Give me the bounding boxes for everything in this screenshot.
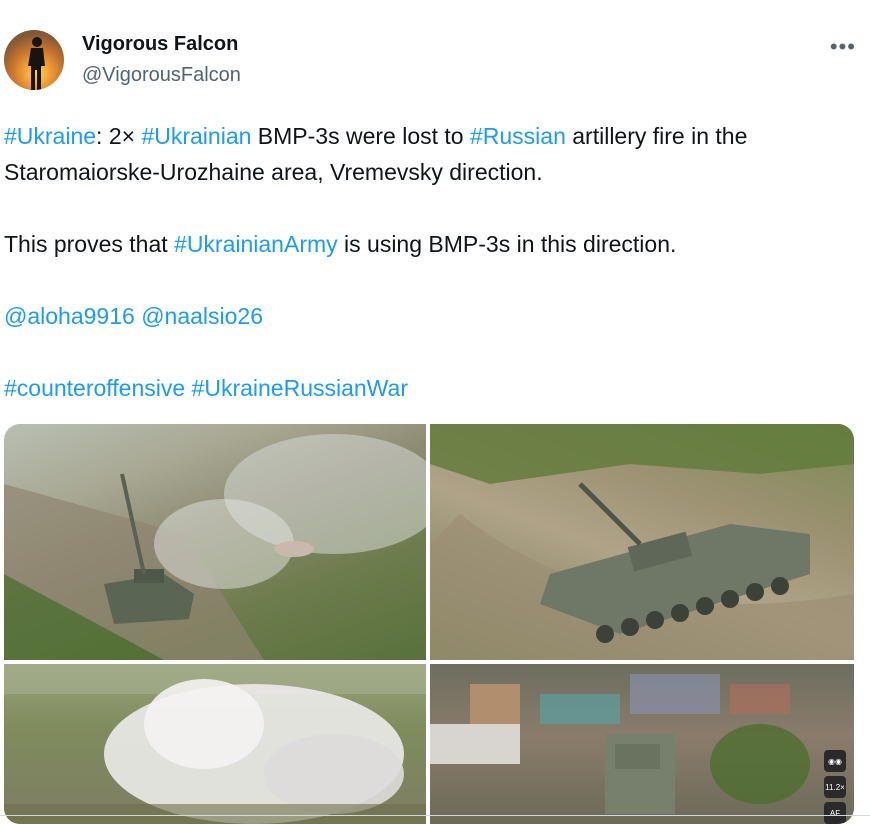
af-indicator: AF	[824, 802, 846, 824]
zoom-level: 11.2×	[824, 776, 846, 798]
media-photo-3[interactable]	[4, 664, 426, 824]
mention-aloha9916[interactable]: @aloha9916	[4, 303, 135, 329]
hashtag-russian[interactable]: #Russian	[470, 123, 566, 149]
text-segment: BMP-3s were lost to	[251, 123, 470, 149]
text-segment: : 2×	[96, 123, 142, 149]
tweet-paragraph-2: This proves that #UkrainianArmy is using…	[4, 226, 854, 262]
media-photo-2[interactable]	[430, 424, 854, 660]
media-photo-1[interactable]	[4, 424, 426, 660]
silhouette-icon	[28, 37, 45, 90]
hashtag-counteroffensive[interactable]: #counteroffensive	[4, 375, 185, 401]
avatar[interactable]	[4, 30, 64, 90]
hashtag-ukrainianarmy[interactable]: #UkrainianArmy	[174, 231, 338, 257]
text-segment: This proves that	[4, 231, 175, 257]
hashtag-ukraine[interactable]: #Ukraine	[4, 123, 96, 149]
text-segment: is using BMP-3s in this direction.	[337, 231, 677, 257]
tweet-paragraph-1: #Ukraine: 2× #Ukrainian BMP-3s were lost…	[4, 118, 854, 190]
divider	[0, 815, 870, 816]
tweet-text: #Ukraine: 2× #Ukrainian BMP-3s were lost…	[4, 118, 854, 406]
hashtag-ukrainian[interactable]: #Ukrainian	[141, 123, 251, 149]
hashtag-ukrainerussianwar[interactable]: #UkraineRussianWar	[192, 375, 408, 401]
mention-naalsio26[interactable]: @naalsio26	[141, 303, 263, 329]
author-handle[interactable]: @VigorousFalcon	[82, 64, 241, 87]
media-grid: ◉◉ 11.2× AF	[4, 424, 854, 824]
binoculars-icon: ◉◉	[824, 750, 846, 772]
media-photo-4[interactable]: ◉◉ 11.2× AF	[430, 664, 854, 824]
author-name[interactable]: Vigorous Falcon	[82, 33, 238, 56]
more-options-icon[interactable]: •••	[830, 34, 856, 60]
tweet-hashtags: #counteroffensive #UkraineRussianWar	[4, 370, 854, 406]
tweet-header: Vigorous Falcon @VigorousFalcon •••	[4, 28, 864, 96]
camera-overlay: ◉◉ 11.2× AF	[824, 746, 846, 824]
tweet-mentions: @aloha9916 @naalsio26	[4, 298, 854, 334]
